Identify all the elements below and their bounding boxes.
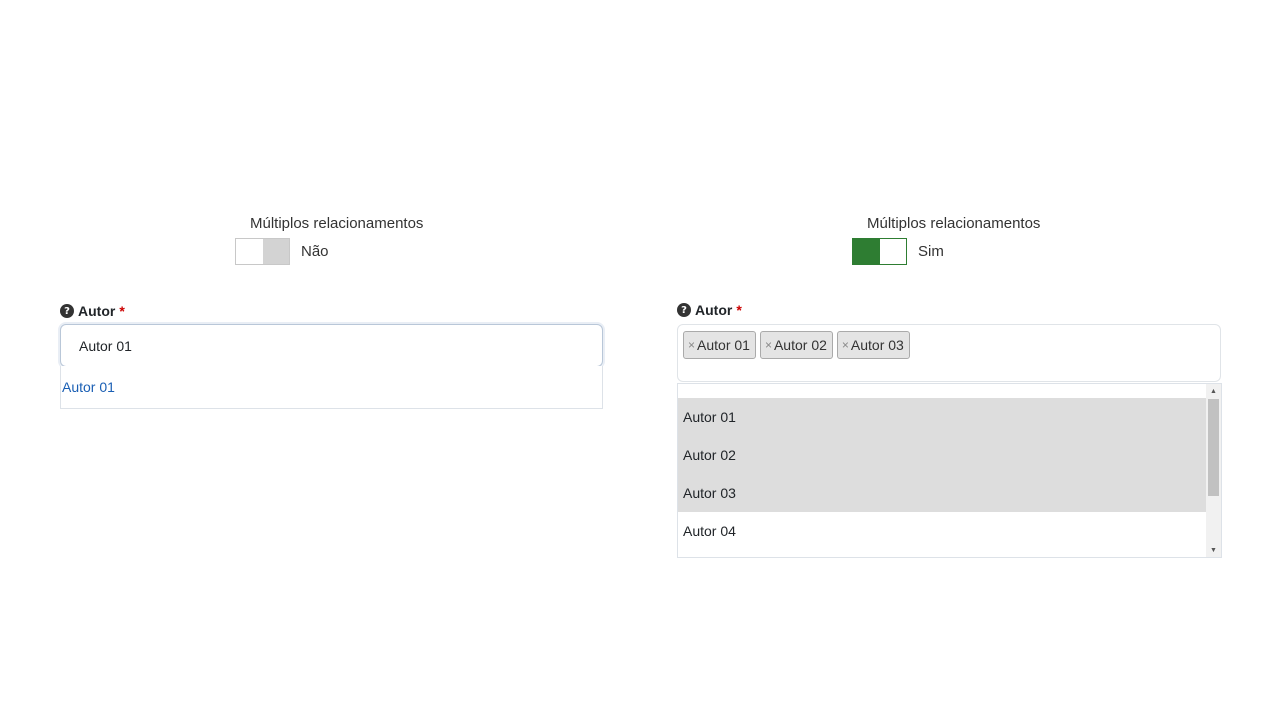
switch-left-half: [236, 239, 263, 264]
tag-label: Autor 02: [773, 337, 827, 353]
toggle-title: Múltiplos relacionamentos: [867, 215, 1041, 232]
autor-search-input[interactable]: Autor 01: [60, 324, 603, 367]
multiple-relations-toggle-group-right: Múltiplos relacionamentos Sim: [852, 215, 1040, 265]
remove-tag-icon[interactable]: ×: [842, 338, 849, 352]
option-label: Autor 03: [683, 485, 736, 501]
tag-label: Autor 01: [697, 337, 750, 353]
toggle-state-label: Sim: [918, 243, 944, 260]
switch-right-half: [879, 239, 906, 264]
question-circle-icon[interactable]: ?: [60, 304, 74, 318]
list-option[interactable]: Autor 02: [678, 436, 1207, 474]
remove-tag-icon[interactable]: ×: [688, 338, 695, 352]
remove-tag-icon[interactable]: ×: [765, 338, 772, 352]
list-option[interactable]: Autor 04: [678, 512, 1207, 550]
toggle-title: Múltiplos relacionamentos: [250, 215, 424, 232]
scroll-down-arrow-icon[interactable]: ▼: [1206, 543, 1221, 557]
autor-options-listbox: Autor 01 Autor 02 Autor 03 Autor 04 ▲ ▼: [677, 383, 1222, 558]
tag-label: Autor 03: [850, 337, 904, 353]
selected-tag: × Autor 02: [759, 331, 833, 359]
selected-tag: × Autor 01: [683, 331, 756, 359]
switch-knob: [853, 239, 880, 264]
option-label: Autor 01: [683, 409, 736, 425]
multiple-relations-toggle-group-left: Múltiplos relacionamentos Não: [235, 215, 423, 265]
option-label: Autor 02: [683, 447, 736, 463]
question-circle-icon[interactable]: ?: [677, 303, 691, 317]
field-label-text: Autor: [695, 302, 733, 318]
multiple-relations-switch[interactable]: [852, 238, 907, 265]
input-value: Autor 01: [79, 337, 132, 354]
field-label-text: Autor: [78, 303, 116, 319]
list-option[interactable]: Autor 03: [678, 474, 1207, 512]
required-mark: *: [736, 302, 742, 318]
option-label: Autor 04: [683, 523, 736, 539]
scroll-up-arrow-icon[interactable]: ▲: [1206, 384, 1221, 398]
list-option[interactable]: Autor 01: [678, 398, 1207, 436]
toggle-row: Sim: [852, 238, 1040, 265]
switch-knob: [262, 239, 289, 264]
listbox-scrollbar[interactable]: ▲ ▼: [1206, 384, 1221, 557]
selected-tag: × Autor 03: [836, 331, 910, 359]
toggle-state-label: Não: [301, 243, 329, 260]
dropdown-option[interactable]: Autor 01: [62, 379, 115, 395]
autor-multi-select-input[interactable]: × Autor 01 × Autor 02 × Autor 03: [677, 324, 1221, 382]
toggle-row: Não: [235, 238, 423, 265]
autor-field-label-left: ? Autor *: [60, 303, 125, 319]
autor-field-label-right: ? Autor *: [677, 302, 742, 318]
autor-dropdown-left: Autor 01: [60, 366, 603, 409]
scrollbar-thumb[interactable]: [1208, 399, 1219, 496]
options-list: Autor 01 Autor 02 Autor 03 Autor 04: [678, 398, 1207, 550]
required-mark: *: [119, 303, 125, 319]
multiple-relations-switch[interactable]: [235, 238, 290, 265]
